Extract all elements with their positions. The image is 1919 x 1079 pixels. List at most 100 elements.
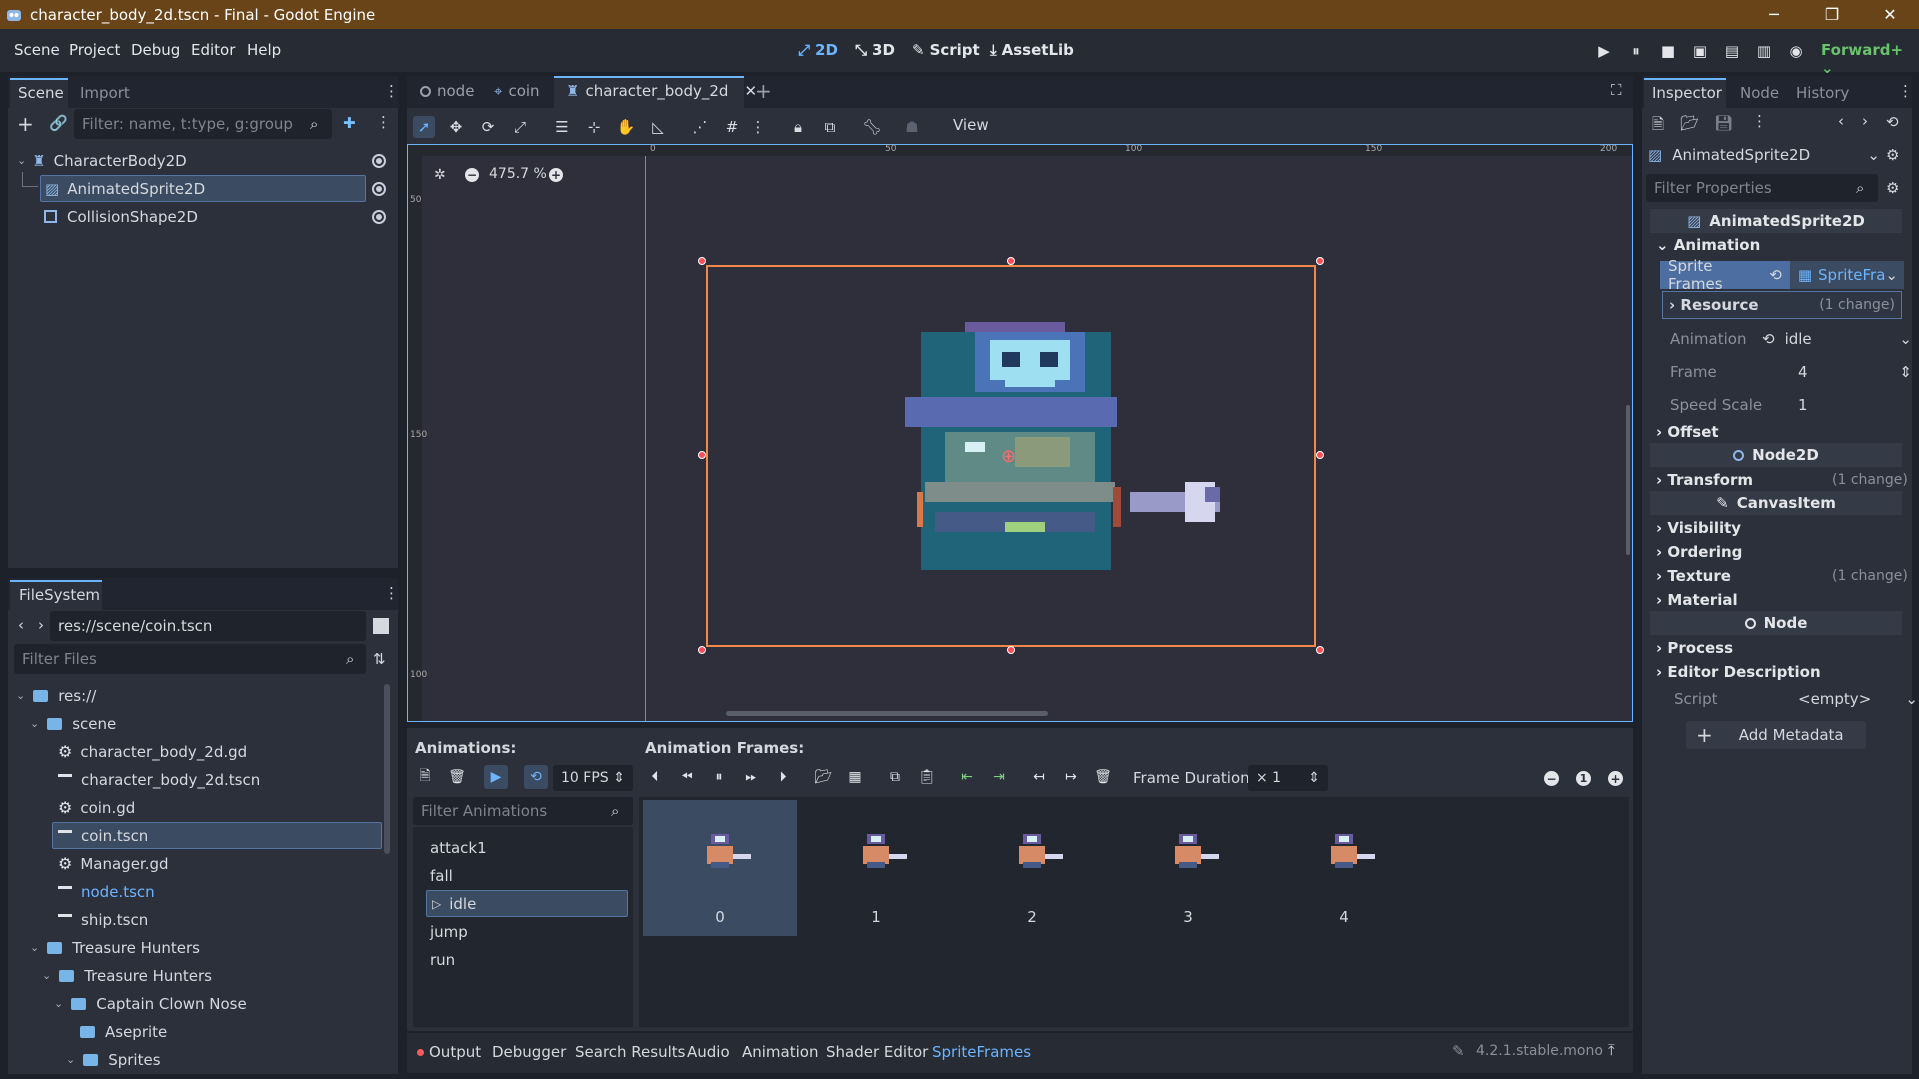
fs-folder[interactable]: ⌄ Treasure Hunters [30, 934, 200, 961]
grid-snap-icon[interactable]: # [721, 116, 743, 138]
select-tool-icon[interactable]: ➚ [413, 116, 435, 138]
resize-handle[interactable] [698, 257, 706, 265]
center-view-icon[interactable]: ✲ [434, 167, 446, 183]
open-folder-icon[interactable]: 📂︎ [811, 765, 835, 789]
resource-menu-icon[interactable]: ⋮ [1752, 112, 1767, 130]
fs-file[interactable]: ⚙ Manager.gd [58, 850, 169, 877]
fps-spinbox[interactable]: 10 FPS ⇕ [553, 765, 633, 791]
save-resource-icon[interactable]: 💾︎ [1714, 114, 1733, 132]
category-transform[interactable]: › Transform [1656, 471, 1753, 489]
snap-options-icon[interactable]: ⋮ [747, 116, 769, 138]
zoom-reset-frames-button[interactable]: 1 [1576, 771, 1591, 786]
script-value[interactable]: <empty> [1798, 690, 1871, 708]
category-material[interactable]: › Material [1656, 591, 1738, 609]
scale-tool-icon[interactable]: ⤢ [509, 116, 531, 138]
pause-anim-icon[interactable]: ⏸ [707, 765, 731, 789]
frame-thumb[interactable]: 0 [643, 800, 797, 936]
animation-item[interactable]: attack1 [430, 834, 487, 861]
tree-node-collisionshape2d[interactable]: CollisionShape2D [44, 203, 198, 230]
scene-menu-icon[interactable]: ⋮ [376, 113, 391, 131]
tab-node[interactable]: node [420, 82, 474, 100]
tab-inspector[interactable]: Inspector [1652, 84, 1722, 102]
paste-icon[interactable]: 📋︎ [915, 765, 939, 789]
tab-animation[interactable]: Animation [742, 1043, 818, 1061]
tab-search-results[interactable]: Search Results [575, 1043, 685, 1061]
distraction-free-icon[interactable]: ⛶ [1611, 81, 1622, 99]
play-custom-scene-button[interactable]: ▥ [1750, 37, 1778, 65]
viewport-h-scrollbar[interactable] [726, 711, 1048, 716]
play-from-start-icon[interactable]: ⏵ [771, 765, 795, 789]
tab-debugger[interactable]: Debugger [492, 1043, 566, 1061]
split-view-icon[interactable] [373, 618, 389, 634]
chevron-down-icon[interactable]: ⌄ [1905, 690, 1918, 708]
resource-row[interactable]: › Resource (1 change) [1662, 291, 1902, 319]
insert-after-icon[interactable]: ⇥ [987, 765, 1011, 789]
play-backwards-from-end-icon[interactable]: ⏴ [643, 765, 667, 789]
smart-snap-icon[interactable]: ⋰ [689, 116, 711, 138]
history-back-icon[interactable]: ‹ [1838, 112, 1844, 130]
fs-folder[interactable]: ⌄ Sprites [66, 1046, 161, 1073]
tab-spriteframes[interactable]: SpriteFrames [932, 1043, 1031, 1061]
menu-debug[interactable]: Debug [131, 41, 180, 59]
workspace-assetlib-button[interactable]: ⤓ AssetLib [990, 41, 1074, 59]
maximize-button[interactable]: ❐ [1803, 0, 1861, 29]
fs-file[interactable]: ⚙ character_body_2d.gd [58, 738, 247, 765]
workspace-2d-button[interactable]: ⤢ 2D [798, 41, 838, 59]
move-right-icon[interactable]: ↦ [1059, 765, 1083, 789]
pivot-tool-icon[interactable]: ⊹ [583, 116, 605, 138]
zoom-out-frames-button[interactable]: − [1544, 771, 1559, 786]
property-options-icon[interactable]: ⚙ [1886, 179, 1899, 197]
back-icon[interactable]: ‹ [18, 616, 24, 634]
category-offset[interactable]: › Offset [1656, 423, 1719, 441]
viewport-v-scrollbar[interactable] [1626, 405, 1630, 555]
add-script-icon[interactable]: ✚ [343, 114, 356, 132]
tab-filesystem[interactable]: FileSystem [19, 586, 100, 604]
filter-properties-input[interactable]: Filter Properties [1646, 174, 1878, 202]
new-resource-icon[interactable]: 🗎 [1652, 114, 1664, 139]
tree-node-characterbody2d[interactable]: ⌄ ♜ CharacterBody2D [17, 147, 187, 174]
resize-handle[interactable] [1316, 451, 1324, 459]
menu-scene[interactable]: Scene [14, 41, 60, 59]
workspace-script-button[interactable]: ✎ Script [912, 41, 980, 59]
revert-icon[interactable]: ⟲ [1762, 330, 1775, 348]
fs-file-selected[interactable]: coin.tscn [52, 822, 382, 849]
animation-item-selected[interactable]: ▷ idle [426, 890, 628, 917]
tab-character-body-2d[interactable]: ♜ character_body_2d ✕ [566, 82, 757, 100]
menu-help[interactable]: Help [247, 41, 281, 59]
lock-icon[interactable]: 🔒︎ [787, 116, 809, 138]
frame-thumb[interactable]: 3 [1111, 800, 1265, 936]
menu-editor[interactable]: Editor [191, 41, 235, 59]
resize-handle[interactable] [698, 451, 706, 459]
tab-history[interactable]: History [1796, 84, 1849, 102]
frame-duration-spinbox[interactable]: × 1 ⇕ [1248, 765, 1328, 791]
tab-shader-editor[interactable]: Shader Editor [826, 1043, 928, 1061]
visibility-eye-icon[interactable] [372, 154, 386, 168]
category-editor-description[interactable]: › Editor Description [1656, 663, 1821, 681]
resize-handle[interactable] [698, 646, 706, 654]
spinner-icon[interactable]: ⇕ [1899, 363, 1912, 381]
loop-icon[interactable]: ⟲ [524, 765, 548, 789]
tab-audio[interactable]: Audio [687, 1043, 730, 1061]
tab-import[interactable]: Import [80, 84, 130, 102]
zoom-out-button[interactable]: − [465, 168, 479, 182]
play-backwards-icon[interactable]: ⏪︎ [675, 765, 699, 789]
move-tool-icon[interactable]: ✥ [445, 116, 467, 138]
remote-debug-button[interactable]: ▣ [1686, 37, 1714, 65]
category-texture[interactable]: › Texture [1656, 567, 1731, 585]
fs-folder[interactable]: ⌄ Treasure Hunters [42, 962, 212, 989]
resize-handle[interactable] [1007, 257, 1015, 265]
copy-icon[interactable]: ⧉ [883, 765, 907, 789]
tab-output[interactable]: Output [429, 1043, 481, 1061]
ruler-tool-icon[interactable]: ◺ [647, 116, 669, 138]
fs-folder-scene[interactable]: ⌄ scene [30, 710, 116, 737]
add-metadata-button[interactable]: + Add Metadata [1686, 721, 1866, 749]
rotate-tool-icon[interactable]: ⟳ [477, 116, 499, 138]
node-options-icon[interactable]: ⚙ [1886, 146, 1899, 164]
movie-maker-button[interactable]: ◉ [1782, 37, 1810, 65]
play-scene-button[interactable]: ▤ [1718, 37, 1746, 65]
filter-files-input[interactable]: Filter Files [14, 644, 366, 674]
fs-folder[interactable]: ⌄ Captain Clown Nose [54, 990, 247, 1017]
filter-animations-input[interactable]: Filter Animations [413, 797, 633, 825]
path-input[interactable]: res://scene/coin.tscn [50, 611, 366, 641]
category-ordering[interactable]: › Ordering [1656, 543, 1742, 561]
